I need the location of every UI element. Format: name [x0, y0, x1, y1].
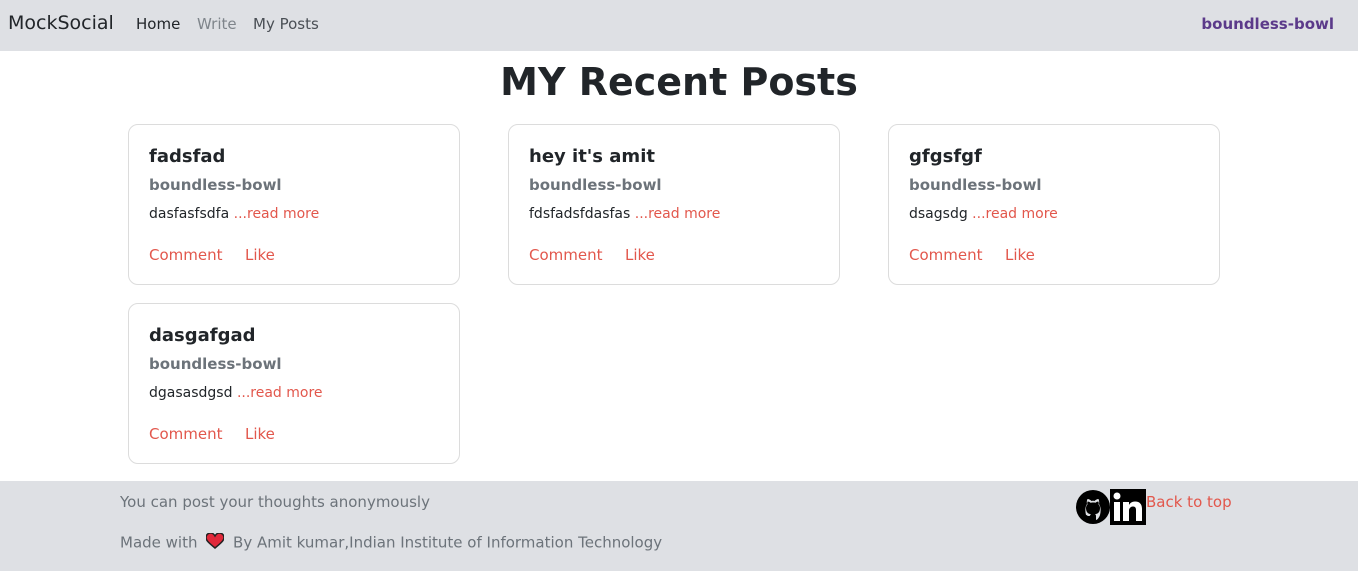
- post-excerpt-text: dsagsdg: [909, 206, 968, 222]
- post-title: dasgafgad: [149, 325, 256, 346]
- github-icon[interactable]: [1075, 489, 1111, 525]
- footer-tagline: You can post your thoughts anonymously: [120, 493, 430, 511]
- post-card: dasgafgad boundless-bowl dgasasdgsd ...r…: [128, 303, 460, 464]
- like-button[interactable]: Like: [245, 246, 275, 264]
- like-button[interactable]: Like: [1005, 246, 1035, 264]
- post-card: fadsfad boundless-bowl dasfasfsdfa ...re…: [128, 124, 460, 285]
- author-credit-text: By Amit kumar,Indian Institute of Inform…: [233, 533, 663, 552]
- comment-button[interactable]: Comment: [909, 246, 983, 264]
- post-author: boundless-bowl: [149, 176, 282, 194]
- nav-home[interactable]: Home: [136, 15, 180, 33]
- post-excerpt: dsagsdg ...read more: [909, 206, 1058, 222]
- read-more-link[interactable]: ...read more: [635, 206, 721, 222]
- nav-my-posts[interactable]: My Posts: [253, 15, 319, 33]
- nav-write[interactable]: Write: [197, 15, 237, 33]
- linkedin-icon[interactable]: [1110, 489, 1146, 525]
- page-title: MY Recent Posts: [500, 60, 858, 104]
- post-title: fadsfad: [149, 146, 226, 167]
- footer: You can post your thoughts anonymously M…: [0, 481, 1358, 571]
- post-title: hey it's amit: [529, 146, 655, 167]
- made-with-text: Made with: [120, 533, 198, 552]
- post-excerpt-text: dgasasdgsd: [149, 385, 233, 401]
- comment-button[interactable]: Comment: [529, 246, 603, 264]
- like-button[interactable]: Like: [625, 246, 655, 264]
- heart-icon: [205, 532, 226, 553]
- post-card: gfgsfgf boundless-bowl dsagsdg ...read m…: [888, 124, 1220, 285]
- post-title: gfgsfgf: [909, 146, 982, 167]
- post-excerpt: fdsfadsfdasfas ...read more: [529, 206, 720, 222]
- navbar: MockSocial Home Write My Posts boundless…: [0, 0, 1358, 51]
- post-excerpt: dasfasfsdfa ...read more: [149, 206, 319, 222]
- read-more-link[interactable]: ...read more: [972, 206, 1058, 222]
- brand-logo[interactable]: MockSocial: [8, 12, 114, 34]
- post-excerpt-text: fdsfadsfdasfas: [529, 206, 631, 222]
- read-more-link[interactable]: ...read more: [237, 385, 323, 401]
- comment-button[interactable]: Comment: [149, 246, 223, 264]
- like-button[interactable]: Like: [245, 425, 275, 443]
- post-author: boundless-bowl: [529, 176, 662, 194]
- nav-user-name[interactable]: boundless-bowl: [1201, 15, 1334, 33]
- footer-credits: Made with By Amit kumar,Indian Institute…: [120, 532, 663, 553]
- comment-button[interactable]: Comment: [149, 425, 223, 443]
- post-author: boundless-bowl: [149, 355, 282, 373]
- back-to-top-link[interactable]: Back to top: [1146, 493, 1232, 511]
- read-more-link[interactable]: ...read more: [234, 206, 320, 222]
- post-excerpt: dgasasdgsd ...read more: [149, 385, 323, 401]
- post-author: boundless-bowl: [909, 176, 1042, 194]
- post-card: hey it's amit boundless-bowl fdsfadsfdas…: [508, 124, 840, 285]
- post-excerpt-text: dasfasfsdfa: [149, 206, 230, 222]
